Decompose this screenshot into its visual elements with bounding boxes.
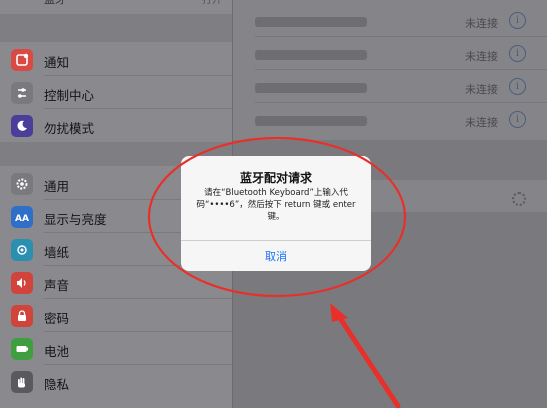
cancel-button[interactable]: 取消 bbox=[181, 248, 371, 264]
device-row[interactable]: 未连接 i bbox=[233, 104, 547, 136]
row-divider bbox=[255, 69, 547, 70]
device-name-redacted bbox=[255, 17, 367, 27]
lock-icon bbox=[11, 305, 33, 327]
info-icon[interactable]: i bbox=[509, 12, 526, 29]
info-icon[interactable]: i bbox=[509, 111, 526, 128]
gear-icon bbox=[11, 173, 33, 195]
sidebar-item-label: 隐私 bbox=[44, 377, 70, 392]
device-status: 未连接 bbox=[465, 17, 498, 30]
display-brightness-icon: AA bbox=[11, 206, 33, 228]
row-divider bbox=[255, 36, 547, 37]
device-row[interactable]: 未连接 i bbox=[233, 5, 547, 37]
bluetooth-pairing-alert: 蓝牙配对请求 请在“Bluetooth Keyboard”上输入代码“••••6… bbox=[181, 156, 371, 271]
info-icon[interactable]: i bbox=[509, 78, 526, 95]
sidebar-item-battery[interactable]: 电池 bbox=[0, 332, 232, 365]
alert-message: 请在“Bluetooth Keyboard”上输入代码“••••6”，然后按下 … bbox=[196, 188, 356, 222]
sidebar-item-do-not-disturb[interactable]: 勿扰模式 bbox=[0, 109, 232, 142]
info-icon[interactable]: i bbox=[509, 45, 526, 62]
sidebar-item-notifications[interactable]: 通知 bbox=[0, 43, 232, 76]
alert-title: 蓝牙配对请求 bbox=[239, 171, 312, 185]
svg-text:AA: AA bbox=[15, 214, 29, 223]
device-status: 未连接 bbox=[465, 50, 498, 63]
sidebar-item-label: 勿扰模式 bbox=[44, 121, 95, 136]
sidebar-item-label: 蓝牙 bbox=[44, 0, 66, 7]
battery-icon bbox=[11, 338, 33, 360]
device-row[interactable]: 未连接 i bbox=[233, 38, 547, 70]
bluetooth-status-value: 打开 bbox=[202, 0, 222, 6]
loading-spinner-icon bbox=[512, 192, 526, 206]
row-divider bbox=[255, 102, 547, 103]
control-center-icon bbox=[11, 82, 33, 104]
sidebar-group-1: 通知 控制中心 勿扰模式 bbox=[0, 42, 232, 142]
sidebar-item-label: 电池 bbox=[44, 344, 70, 359]
device-name-redacted bbox=[255, 116, 367, 126]
hand-icon bbox=[11, 371, 33, 393]
sidebar-item-label: 声音 bbox=[44, 278, 70, 293]
moon-icon bbox=[11, 115, 33, 137]
sidebar-item-passcode[interactable]: 密码 bbox=[0, 299, 232, 332]
sidebar-group-top: 蓝牙 打开 bbox=[0, 0, 232, 14]
sidebar-item-label: 显示与亮度 bbox=[44, 212, 107, 227]
notification-icon bbox=[11, 49, 33, 71]
settings-screen: 蓝牙 打开 通知 控制中心 bbox=[0, 0, 547, 408]
sidebar-item-privacy[interactable]: 隐私 bbox=[0, 365, 232, 398]
device-name-redacted bbox=[255, 83, 367, 93]
wallpaper-icon bbox=[11, 239, 33, 261]
device-name-redacted bbox=[255, 50, 367, 60]
sidebar-item-bluetooth[interactable]: 蓝牙 打开 bbox=[0, 0, 232, 25]
my-devices-list: 未连接 i 未连接 i 未连接 i 未连接 i bbox=[233, 0, 547, 140]
sidebar-item-label: 密码 bbox=[44, 311, 70, 326]
sidebar-item-label: 通知 bbox=[44, 55, 70, 70]
device-status: 未连接 bbox=[465, 83, 498, 96]
speaker-icon bbox=[11, 272, 33, 294]
sidebar-item-label: 控制中心 bbox=[44, 88, 95, 103]
sidebar-item-control-center[interactable]: 控制中心 bbox=[0, 76, 232, 109]
device-status: 未连接 bbox=[465, 116, 498, 129]
device-row[interactable]: 未连接 i bbox=[233, 71, 547, 103]
sidebar-item-label: 墙纸 bbox=[44, 245, 70, 260]
sidebar-item-label: 通用 bbox=[44, 179, 70, 194]
alert-divider bbox=[181, 240, 371, 241]
